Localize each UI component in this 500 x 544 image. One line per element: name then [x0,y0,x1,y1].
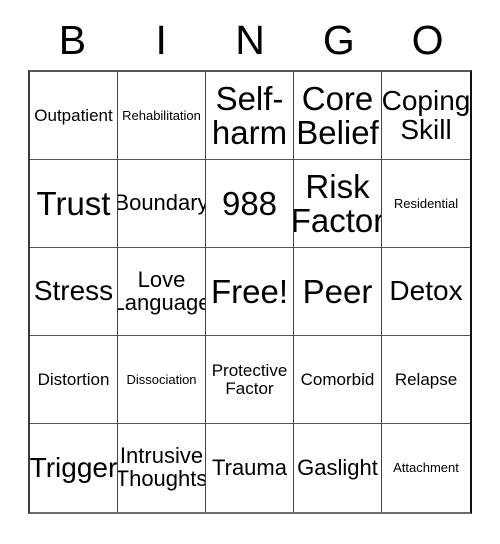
bingo-cell[interactable]: Rehabilitation [118,72,206,160]
bingo-cell[interactable]: Risk Factor [294,160,382,248]
bingo-cell[interactable]: Coping Skill [382,72,470,160]
bingo-cell-label: Trigger [30,451,118,483]
bingo-cell[interactable]: Gaslight [294,424,382,512]
bingo-cell[interactable]: 988 [206,160,294,248]
bingo-cell[interactable]: Residential [382,160,470,248]
bingo-cell[interactable]: Attachment [382,424,470,512]
bingo-cell-label: Coping Skill [382,84,470,145]
bingo-cell-label: Free! [210,272,289,310]
bingo-card: B I N G O Outpatient Rehabilitation Self… [0,0,500,544]
bingo-cell[interactable]: Distortion [30,336,118,424]
bingo-cell-label: Love Language [118,266,206,315]
header-letter-o: O [411,16,444,63]
bingo-cell-label: Gaslight [297,454,378,480]
bingo-cell[interactable]: Outpatient [30,72,118,160]
bingo-cell-label: Dissociation [126,371,197,387]
header-letter-g: G [322,16,355,63]
bingo-cell-label: Protective Factor [211,361,288,398]
header-letter-b: B [58,16,87,63]
bingo-cell[interactable]: Self-harm [206,72,294,160]
bingo-cell[interactable]: Core Belief [294,72,382,160]
bingo-cell-label: Stress [33,275,114,307]
bingo-cell[interactable]: Trust [30,160,118,248]
bingo-cell-label: Outpatient [34,105,113,125]
bingo-cell-label: Relapse [394,369,458,389]
bingo-cell[interactable]: Love Language [118,248,206,336]
bingo-cell[interactable]: Peer [294,248,382,336]
header-letter-n: N [235,16,265,63]
bingo-cell[interactable]: Detox [382,248,470,336]
bingo-cell[interactable]: Intrusive Thoughts [118,424,206,512]
bingo-cell-label: Boundary [118,190,206,216]
bingo-cell-label: Self-harm [211,79,288,151]
bingo-header: B I N G O [28,14,472,66]
bingo-cell-label: Residential [393,195,459,211]
bingo-cell-label: 988 [221,184,278,222]
bingo-cell[interactable]: Trigger [30,424,118,512]
bingo-cell[interactable]: Dissociation [118,336,206,424]
bingo-cell-label: Trauma [212,454,287,480]
bingo-grid: Outpatient Rehabilitation Self-harm Core… [28,70,472,514]
bingo-cell[interactable]: Stress [30,248,118,336]
bingo-cell-label: Trust [36,184,111,222]
bingo-cell-label: Risk Factor [294,167,382,239]
bingo-cell-free[interactable]: Free! [206,248,294,336]
bingo-cell-label: Intrusive Thoughts [118,443,206,491]
bingo-cell[interactable]: Protective Factor [206,336,294,424]
bingo-cell-label: Peer [302,272,373,310]
bingo-cell-label: Detox [389,275,463,307]
bingo-cell-label: Comorbid [300,369,375,389]
header-letter-i: I [155,16,167,63]
bingo-cell[interactable]: Boundary [118,160,206,248]
bingo-cell[interactable]: Comorbid [294,336,382,424]
bingo-cell-label: Distortion [37,369,110,389]
bingo-cell-label: Attachment [393,460,459,476]
bingo-cell-label: Rehabilitation [122,107,201,123]
bingo-cell[interactable]: Relapse [382,336,470,424]
bingo-cell-label: Core Belief [296,79,379,151]
bingo-cell[interactable]: Trauma [206,424,294,512]
